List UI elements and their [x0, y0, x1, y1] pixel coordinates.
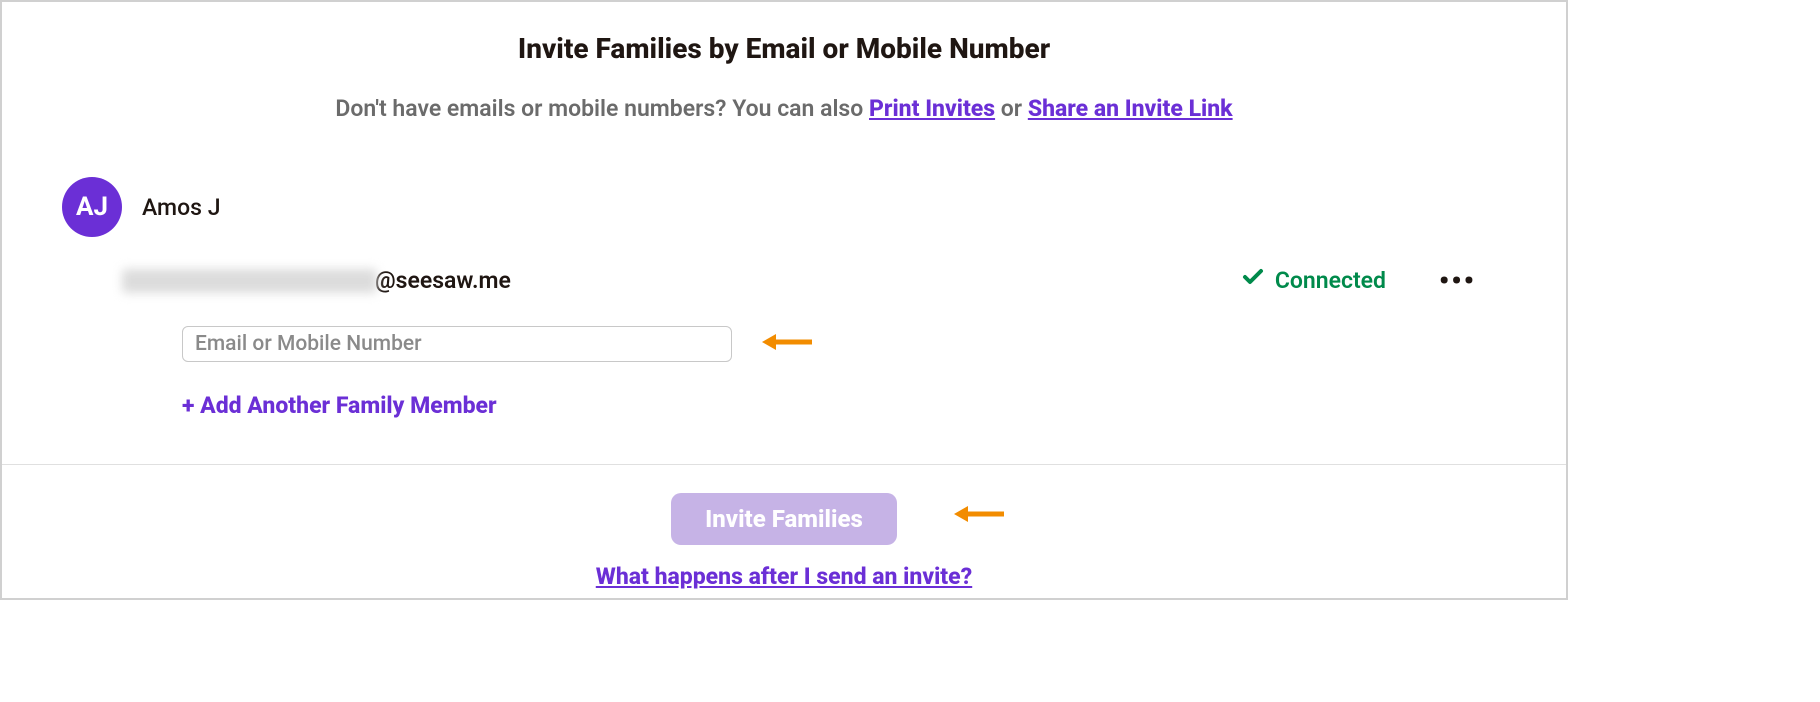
email-domain-suffix: @seesaw.me — [375, 267, 511, 294]
check-icon — [1241, 265, 1265, 296]
contact-input-row — [62, 326, 1506, 362]
student-name: Amos J — [142, 194, 220, 221]
sub-or: or — [995, 95, 1028, 122]
more-options-button[interactable]: ••• — [1439, 267, 1476, 295]
invite-families-button[interactable]: Invite Families — [671, 493, 897, 545]
connection-status: Connected — [1241, 265, 1386, 296]
footer: Invite Families What happens after I sen… — [2, 464, 1566, 598]
page-title: Invite Families by Email or Mobile Numbe… — [2, 32, 1566, 65]
arrow-left-icon — [954, 503, 1004, 529]
status-label: Connected — [1275, 267, 1386, 294]
contact-input[interactable] — [182, 326, 732, 362]
arrow-left-icon — [762, 331, 812, 357]
invite-families-panel: Invite Families by Email or Mobile Numbe… — [0, 0, 1568, 600]
student-section: AJ Amos J @seesaw.me Connected ••• + Add… — [2, 177, 1566, 419]
what-happens-help-link[interactable]: What happens after I send an invite? — [2, 563, 1566, 590]
share-invite-link[interactable]: Share an Invite Link — [1028, 95, 1233, 122]
student-header: AJ Amos J — [62, 177, 1506, 237]
connected-contact-row: @seesaw.me Connected ••• — [62, 265, 1506, 296]
sub-prefix: Don't have emails or mobile numbers? You… — [335, 95, 869, 122]
print-invites-link[interactable]: Print Invites — [869, 95, 995, 122]
redacted-email-local — [122, 269, 377, 293]
add-another-family-member-button[interactable]: + Add Another Family Member — [62, 392, 1506, 419]
avatar: AJ — [62, 177, 122, 237]
sub-instruction: Don't have emails or mobile numbers? You… — [2, 95, 1566, 122]
